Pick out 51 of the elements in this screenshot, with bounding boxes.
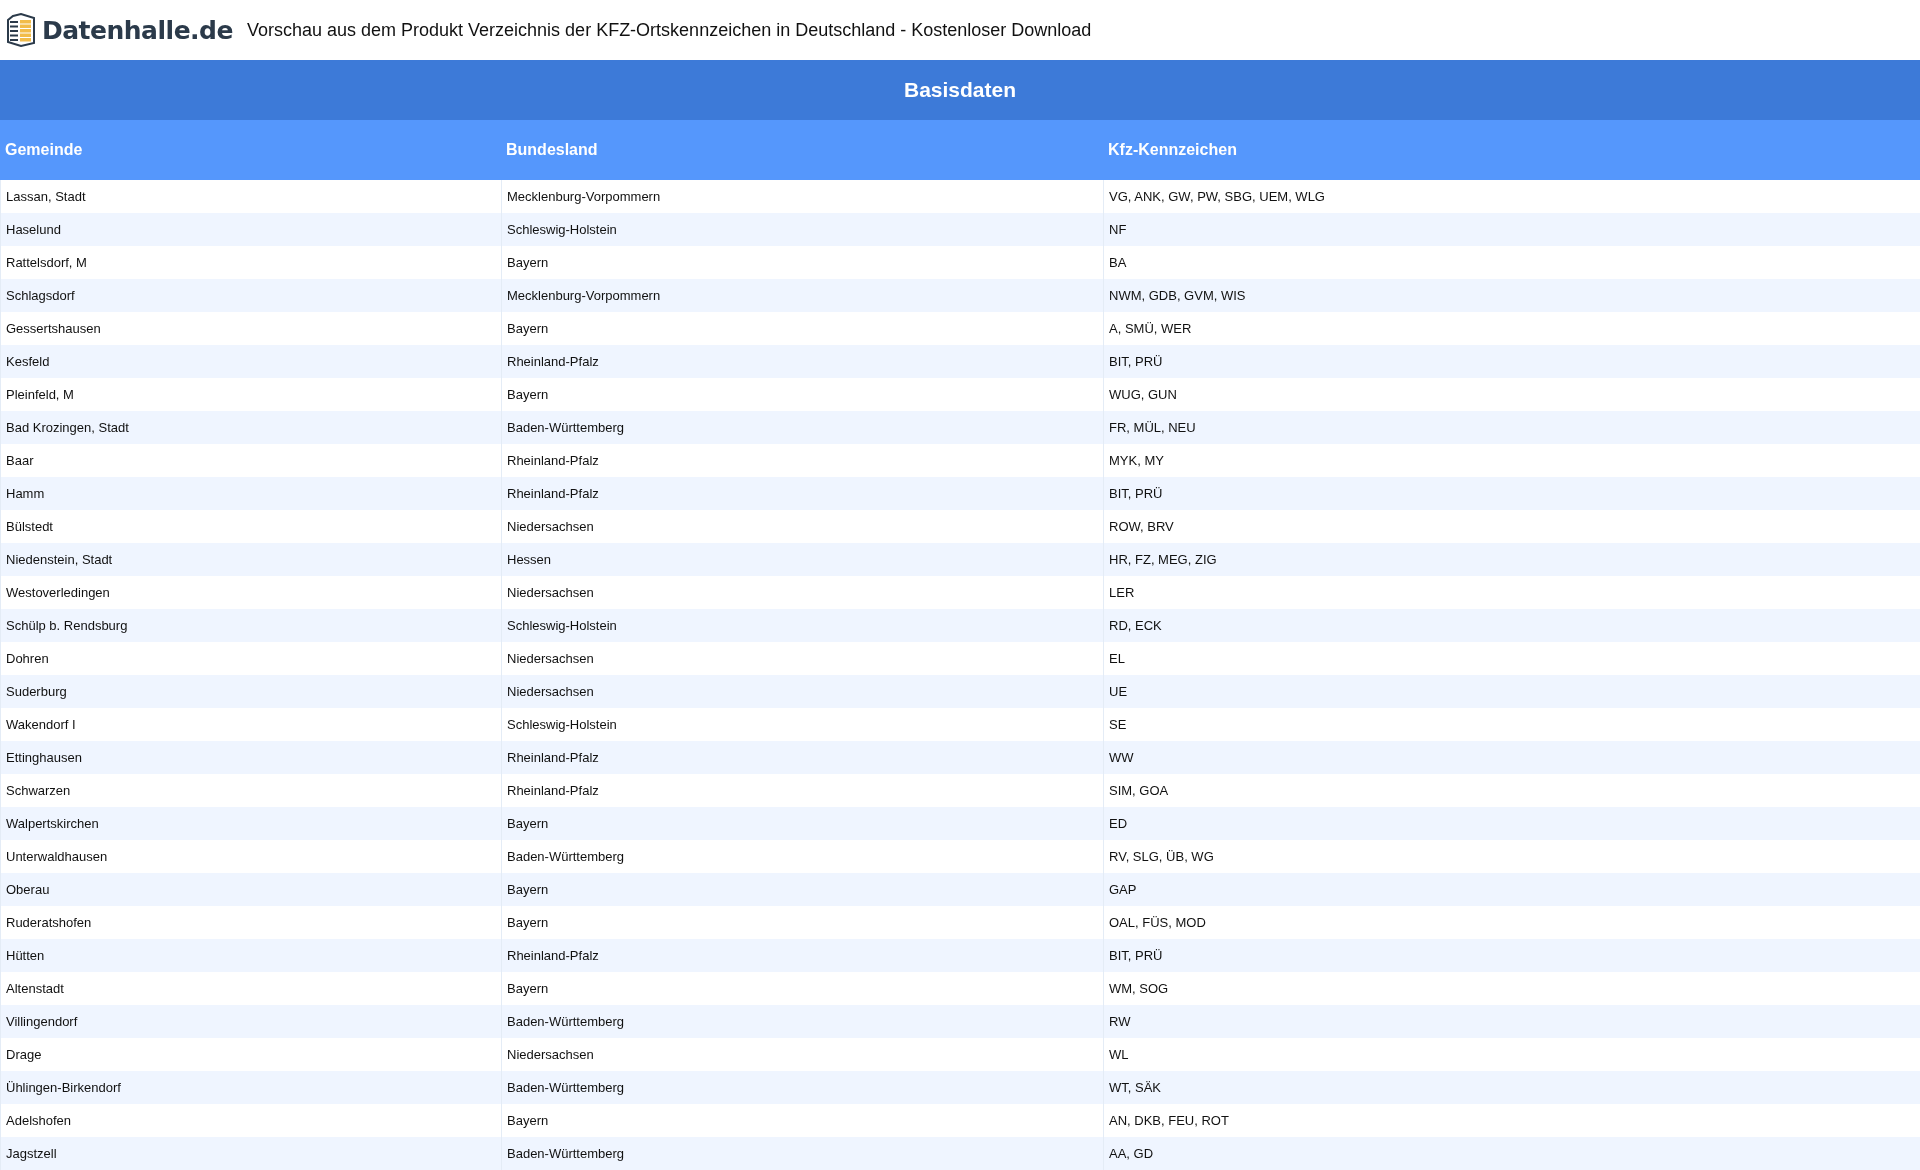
table-caption: Basisdaten (0, 60, 1920, 120)
table-cell: Suderburg (0, 675, 501, 708)
table-cell: Baden-Württemberg (501, 1137, 1103, 1170)
table-cell: RD, ECK (1103, 609, 1920, 642)
table-cell: RW (1103, 1005, 1920, 1038)
table-cell: Haselund (0, 213, 501, 246)
table-cell: Mecklenburg-Vorpommern (501, 279, 1103, 312)
column-header: Bundesland (501, 120, 1103, 180)
table-cell: NWM, GDB, GVM, WIS (1103, 279, 1920, 312)
page-title: Vorschau aus dem Produkt Verzeichnis der KFZ-Ortskennzeichen in Deutschland - Kostenloser Download (246, 19, 1092, 41)
table-cell: Hamm (0, 477, 501, 510)
table-cell: Rheinland-Pfalz (501, 741, 1103, 774)
table-cell: Bad Krozingen, Stadt (0, 411, 501, 444)
column-header: Kfz-Kennzeichen (1103, 120, 1920, 180)
table-cell: Hütten (0, 939, 501, 972)
table-cell: Baden-Württemberg (501, 1071, 1103, 1104)
table-cell: Rheinland-Pfalz (501, 939, 1103, 972)
table-cell: AA, GD (1103, 1137, 1920, 1170)
table-cell: Niedenstein, Stadt (0, 543, 501, 576)
table-cell: Jagstzell (0, 1137, 501, 1170)
table-cell: Rheinland-Pfalz (501, 345, 1103, 378)
table-cell: BIT, PRÜ (1103, 477, 1920, 510)
table-cell: Kesfeld (0, 345, 501, 378)
table-cell: ED (1103, 807, 1920, 840)
table-cell: Walpertskirchen (0, 807, 501, 840)
table-cell: BIT, PRÜ (1103, 939, 1920, 972)
table-cell: Schülp b. Rendsburg (0, 609, 501, 642)
table-cell: Baden-Württemberg (501, 411, 1103, 444)
table-cell: Schlagsdorf (0, 279, 501, 312)
table-cell: Schleswig-Holstein (501, 609, 1103, 642)
table-cell: Bayern (501, 807, 1103, 840)
table-cell: Rheinland-Pfalz (501, 477, 1103, 510)
table-cell: Ühlingen-Birkendorf (0, 1071, 501, 1104)
table-cell: Hessen (501, 543, 1103, 576)
table-cell: Villingendorf (0, 1005, 501, 1038)
table-cell: NF (1103, 213, 1920, 246)
table-cell: Bayern (501, 873, 1103, 906)
table-cell: Baden-Württemberg (501, 1005, 1103, 1038)
table-cell: GAP (1103, 873, 1920, 906)
table-cell: FR, MÜL, NEU (1103, 411, 1920, 444)
brand-logo-text[interactable]: Datenhalle.de (42, 15, 233, 45)
table-cell: UE (1103, 675, 1920, 708)
table-cell: Ettinghausen (0, 741, 501, 774)
table-cell: Oberau (0, 873, 501, 906)
table-cell: BIT, PRÜ (1103, 345, 1920, 378)
table-cell: Niedersachsen (501, 675, 1103, 708)
table-cell: WT, SÄK (1103, 1071, 1920, 1104)
table-cell: Schleswig-Holstein (501, 213, 1103, 246)
column-header: Gemeinde (0, 120, 501, 180)
table-cell: HR, FZ, MEG, ZIG (1103, 543, 1920, 576)
table-cell: WW (1103, 741, 1920, 774)
